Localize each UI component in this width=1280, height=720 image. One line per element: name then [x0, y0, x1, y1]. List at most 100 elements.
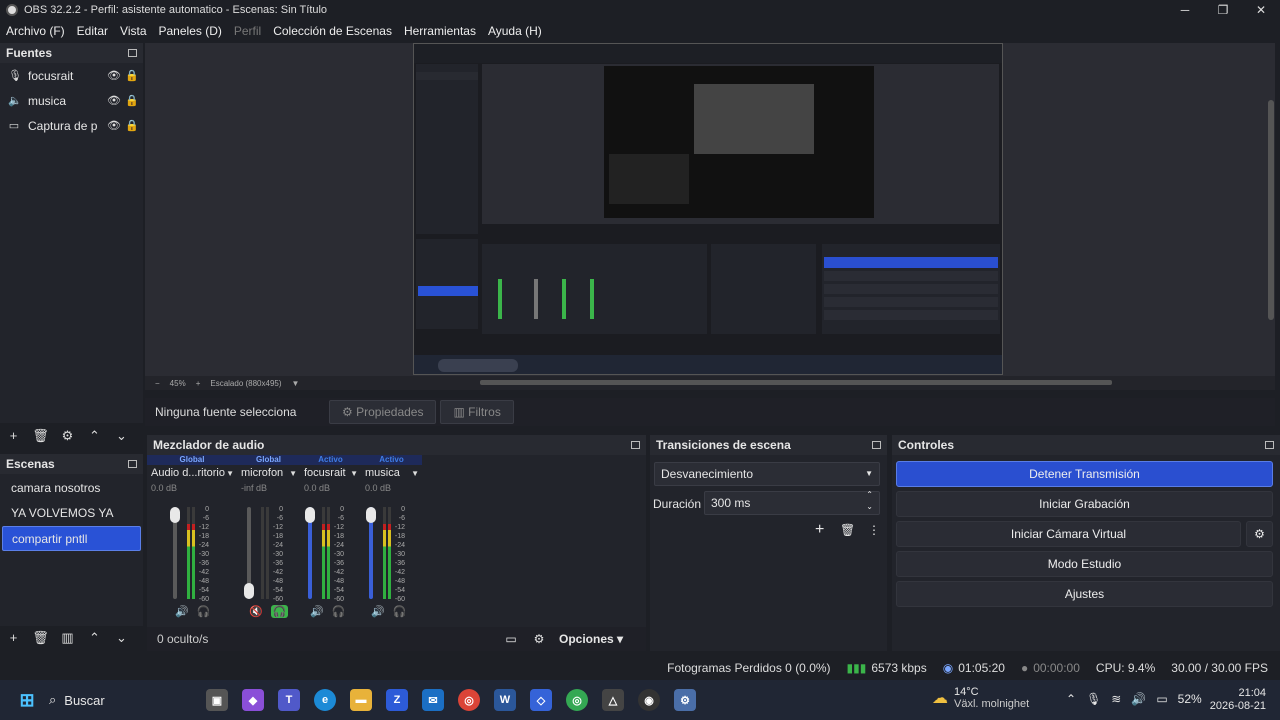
menu-edit[interactable]: Editar — [71, 24, 114, 38]
obs-icon[interactable]: ◉ — [638, 689, 660, 711]
muted-speaker-icon[interactable]: 🔇 — [249, 605, 263, 618]
undock-icon[interactable] — [1265, 441, 1274, 449]
advanced-audio-icon[interactable]: ⚙ — [525, 632, 553, 646]
move-up-button[interactable]: ⌃ — [81, 426, 108, 446]
transition-select[interactable]: Desvanecimiento ▼ — [654, 462, 880, 486]
monitor-off-icon[interactable]: 🎧 — [332, 605, 346, 618]
battery-icon[interactable]: ▭ — [1156, 692, 1167, 706]
channel-name-dropdown[interactable]: musica ▼ — [361, 465, 422, 481]
transition-menu-button[interactable]: ⋮ — [868, 523, 880, 537]
virtual-camera-settings-button[interactable]: ⚙ — [1246, 521, 1273, 547]
lock-icon[interactable]: 🔒 — [125, 94, 139, 107]
move-down-button[interactable]: ⌄ — [108, 628, 135, 648]
file-explorer-icon[interactable]: ▬ — [350, 689, 372, 711]
minimize-button[interactable]: ─ — [1166, 0, 1204, 20]
volume-slider-thumb[interactable] — [244, 583, 254, 599]
windows-start-icon[interactable]: ⊞ — [16, 689, 38, 711]
speaker-icon[interactable]: 🔊 — [371, 605, 385, 618]
chrome-icon[interactable]: ◎ — [458, 689, 480, 711]
copilot-icon[interactable]: ◆ — [242, 689, 264, 711]
volume-slider-thumb[interactable] — [170, 507, 180, 523]
source-item[interactable]: ▭ Captura de p 👁 🔒 — [0, 113, 143, 138]
stop-stream-button[interactable]: Detener Transmisión — [896, 461, 1273, 487]
duration-spinbox[interactable]: 300 ms ⌃ ⌄ — [704, 489, 880, 515]
move-up-button[interactable]: ⌃ — [81, 628, 108, 648]
visibility-eye-icon[interactable]: 👁 — [107, 119, 121, 132]
chrome-profile-icon[interactable]: ◎ — [566, 689, 588, 711]
zoom-in-button[interactable]: + — [196, 379, 201, 388]
menu-view[interactable]: Vista — [114, 24, 152, 38]
headphones-icon[interactable]: 🎧 — [270, 605, 289, 618]
word-icon[interactable]: W — [494, 689, 516, 711]
add-transition-button[interactable]: + — [815, 521, 824, 539]
speaker-icon[interactable]: 🔊 — [310, 605, 324, 618]
undock-icon[interactable] — [631, 441, 640, 449]
menu-file[interactable]: Archivo (F) — [0, 24, 71, 38]
scene-item[interactable]: YA VOLVEMOS YA — [2, 501, 141, 526]
clock[interactable]: 21:04 2026-08-21 — [1208, 687, 1266, 713]
properties-button[interactable]: ⚙ Propiedades — [329, 400, 437, 424]
channel-name-dropdown[interactable]: Audio d...ritorio ▼ — [147, 465, 237, 481]
source-item[interactable]: 🔈 musica 👁 🔒 — [0, 88, 143, 113]
scene-item[interactable]: camara nosotros — [2, 476, 141, 501]
microphone-icon[interactable]: 🎙 — [1086, 692, 1101, 706]
layout-icon[interactable]: ▭ — [497, 632, 525, 646]
options-button[interactable]: Opciones ▾ — [559, 632, 623, 646]
studio-mode-button[interactable]: Modo Estudio — [896, 551, 1273, 577]
zoom-icon[interactable]: Z — [386, 689, 408, 711]
scene-filters-button[interactable]: ▥ — [54, 628, 81, 648]
app-icon[interactable]: ◇ — [530, 689, 552, 711]
maximize-button[interactable]: ❐ — [1204, 0, 1242, 20]
preview-canvas[interactable] — [413, 43, 1003, 375]
spin-arrows-icon[interactable]: ⌃ ⌄ — [866, 489, 873, 513]
chevron-up-icon[interactable]: ⌃ — [1066, 692, 1076, 706]
menu-docks[interactable]: Paneles (D) — [153, 24, 228, 38]
volume-slider-thumb[interactable] — [366, 507, 376, 523]
filters-button[interactable]: ▥ Filtros — [440, 400, 514, 424]
undock-icon[interactable] — [872, 441, 881, 449]
channel-name-dropdown[interactable]: focusrait ▼ — [300, 465, 361, 481]
zoom-out-button[interactable]: − — [155, 379, 160, 388]
move-down-button[interactable]: ⌄ — [108, 426, 135, 446]
close-button[interactable]: ✕ — [1242, 0, 1280, 20]
settings-gear-icon[interactable]: ⚙ — [674, 689, 696, 711]
monitor-off-icon[interactable]: 🎧 — [393, 605, 407, 618]
wifi-icon[interactable]: ≋ — [1111, 692, 1121, 706]
horizontal-scrollbar[interactable] — [480, 380, 1112, 385]
source-item[interactable]: 🎙 focusrait 👁 🔒 — [0, 63, 143, 88]
remove-transition-button[interactable]: 🗑 — [840, 523, 855, 537]
visibility-eye-icon[interactable]: 👁 — [107, 94, 121, 107]
menu-tools[interactable]: Herramientas — [398, 24, 482, 38]
channel-name-dropdown[interactable]: microfon ▼ — [237, 465, 300, 481]
menu-help[interactable]: Ayuda (H) — [482, 24, 548, 38]
zoom-dropdown-icon[interactable]: ▼ — [292, 379, 300, 388]
lock-icon[interactable]: 🔒 — [125, 119, 139, 132]
vertical-scrollbar[interactable] — [1268, 100, 1274, 320]
add-scene-button[interactable]: + — [0, 628, 27, 648]
undock-icon[interactable] — [128, 49, 137, 57]
task-view-icon[interactable]: ▣ — [206, 689, 228, 711]
app-triangle-icon[interactable]: △ — [602, 689, 624, 711]
remove-source-button[interactable]: 🗑 — [27, 426, 54, 446]
visibility-eye-icon[interactable]: 👁 — [107, 69, 121, 82]
taskbar-search[interactable]: ⌕ Buscar — [49, 685, 199, 715]
settings-button[interactable]: Ajustes — [896, 581, 1273, 607]
edge-icon[interactable]: e — [314, 689, 336, 711]
menu-scene-collection[interactable]: Colección de Escenas — [267, 24, 398, 38]
start-virtual-camera-button[interactable]: Iniciar Cámara Virtual — [896, 521, 1241, 547]
menu-profile[interactable]: Perfil — [228, 24, 267, 38]
teams-icon[interactable]: T — [278, 689, 300, 711]
scene-item-selected[interactable]: compartir pntll — [2, 526, 141, 551]
start-recording-button[interactable]: Iniciar Grabación — [896, 491, 1273, 517]
source-settings-button[interactable]: ⚙ — [54, 426, 81, 446]
monitor-off-icon[interactable]: 🎧 — [197, 605, 211, 618]
weather-widget[interactable]: ☁ 14°C Växl. molnighet — [932, 686, 1029, 710]
mail-icon[interactable]: ✉ — [422, 689, 444, 711]
volume-icon[interactable]: 🔊 — [1131, 692, 1146, 706]
add-source-button[interactable]: + — [0, 426, 27, 446]
undock-icon[interactable] — [128, 460, 137, 468]
remove-scene-button[interactable]: 🗑 — [27, 628, 54, 648]
lock-icon[interactable]: 🔒 — [125, 69, 139, 82]
volume-slider-thumb[interactable] — [305, 507, 315, 523]
speaker-icon[interactable]: 🔊 — [175, 605, 189, 618]
